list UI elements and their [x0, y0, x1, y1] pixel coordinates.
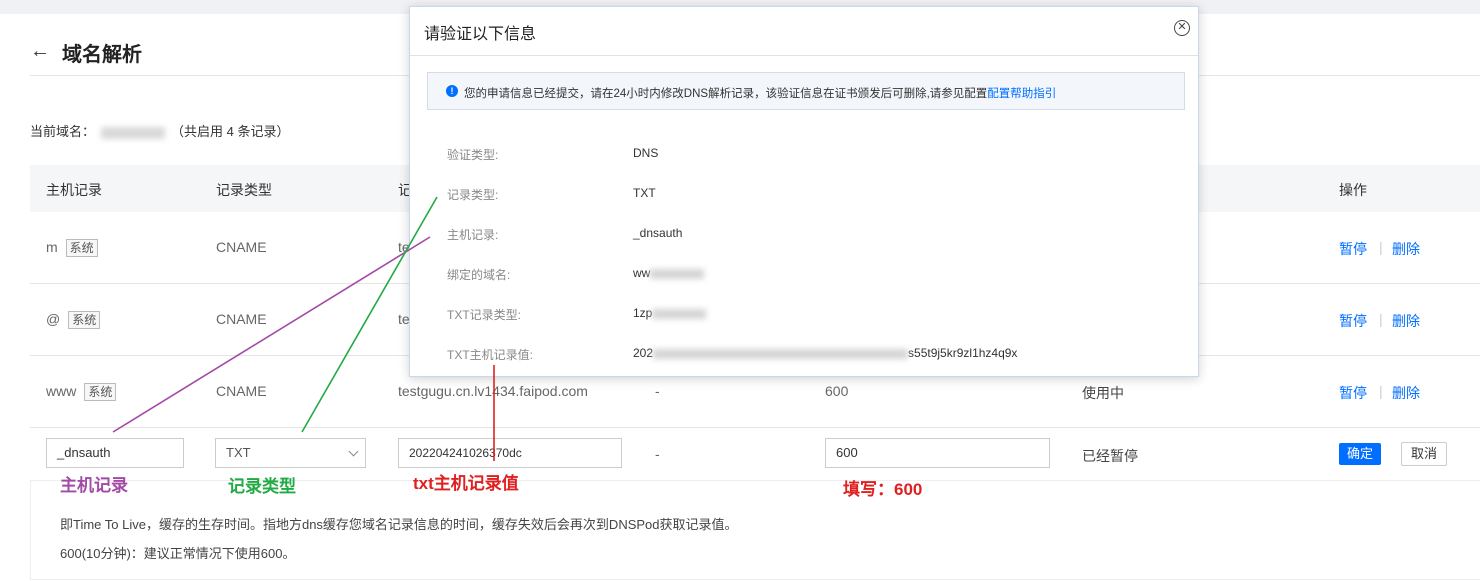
system-tag: 系统 — [68, 311, 101, 329]
record-value: te — [398, 311, 410, 327]
column-header-host: 主机记录 — [46, 182, 102, 198]
action-separator: | — [1379, 311, 1383, 327]
annotation-txt: txt主机记录值 — [413, 474, 519, 493]
record-line: - — [655, 446, 660, 462]
field-label: TXT记录类型: — [447, 308, 521, 322]
record-value: testgugu.cn.lv1434.faipod.com — [398, 383, 588, 399]
record-status: 使用中 — [1082, 385, 1124, 401]
pause-button[interactable]: 暂停 — [1339, 239, 1367, 259]
annotation-ttl: 填写：600 — [843, 480, 923, 499]
record-count: （共启用 4 条记录） — [171, 124, 290, 139]
table-row-host: www 系统 — [46, 383, 117, 401]
record-line: - — [655, 383, 660, 399]
host-value: www — [46, 383, 77, 399]
field-label: 记录类型: — [447, 188, 499, 202]
table-row-host: m 系统 — [46, 239, 98, 257]
delete-button[interactable]: 删除 — [1392, 311, 1420, 331]
record-ttl: 600 — [825, 383, 849, 399]
close-icon[interactable]: ✕ — [1174, 20, 1190, 36]
table-row-host: @ 系统 — [46, 311, 101, 329]
record-type: CNAME — [216, 311, 267, 327]
delete-button[interactable]: 删除 — [1392, 383, 1420, 403]
notice-banner: ! 您的申请信息已经提交，请在24小时内修改DNS解析记录，该验证信息在证书颁发… — [427, 72, 1185, 110]
record-type-select[interactable]: TXT — [215, 438, 366, 468]
blurred-text — [650, 268, 705, 279]
field-value: _dnsauth — [633, 226, 683, 240]
column-header-actions: 操作 — [1339, 182, 1367, 198]
info-icon: ! — [446, 85, 458, 97]
verification-modal: 请验证以下信息 ✕ ! 您的申请信息已经提交，请在24小时内修改DNS解析记录，… — [409, 6, 1199, 377]
back-arrow-icon[interactable]: ← — [30, 40, 50, 63]
modal-title: 请验证以下信息 — [424, 26, 537, 43]
record-type-selected: TXT — [226, 445, 251, 460]
ttl-info-line-1: 即Time To Live，缓存的生存时间。指地方dns缓存您域名记录信息的时间… — [60, 517, 738, 532]
notice-text: 您的申请信息已经提交，请在24小时内修改DNS解析记录，该验证信息在证书颁发后可… — [464, 85, 1056, 101]
field-label: TXT主机记录值: — [447, 348, 533, 362]
column-header-type: 记录类型 — [216, 182, 272, 198]
record-type: CNAME — [216, 239, 267, 255]
delete-button[interactable]: 删除 — [1392, 239, 1420, 259]
current-domain: 当前域名： （共启用 4 条记录） — [30, 121, 289, 140]
bound-domain-value: ww — [633, 266, 705, 280]
annotation-type: 记录类型 — [228, 477, 296, 496]
chevron-down-icon — [348, 446, 359, 457]
page-title: 域名解析 — [62, 44, 142, 66]
field-label: 验证类型: — [447, 148, 499, 162]
pause-button[interactable]: 暂停 — [1339, 311, 1367, 331]
cancel-button[interactable]: 取消 — [1401, 442, 1447, 466]
current-domain-label: 当前域名： — [30, 124, 96, 139]
blurred-domain — [101, 126, 166, 139]
notice-message: 您的申请信息已经提交，请在24小时内修改DNS解析记录，该验证信息在证书颁发后可… — [464, 88, 988, 100]
field-label: 主机记录: — [447, 228, 499, 242]
row-divider — [30, 427, 1480, 428]
confirm-button[interactable]: 确定 — [1339, 443, 1381, 465]
field-value-prefix: 202 — [633, 346, 654, 360]
record-status: 已经暂停 — [1082, 448, 1138, 464]
action-separator: | — [1379, 383, 1383, 399]
field-value: TXT — [633, 186, 656, 200]
modal-divider — [410, 55, 1198, 56]
host-record-input[interactable]: _dnsauth — [46, 438, 184, 468]
field-label: 绑定的域名: — [447, 268, 511, 282]
txt-record-value: 202 s55t9j5kr9zl1hz4q9x — [633, 346, 1017, 360]
field-value: DNS — [633, 146, 659, 160]
config-help-link[interactable]: 配置帮助指引 — [987, 88, 1056, 100]
pause-button[interactable]: 暂停 — [1339, 383, 1367, 403]
annotation-host: 主机记录 — [60, 476, 128, 495]
txt-record-type-value: 1zp — [633, 306, 707, 320]
record-value-input[interactable]: 202204241026370dc — [398, 438, 622, 468]
action-separator: | — [1379, 239, 1383, 255]
host-value: @ — [46, 311, 61, 327]
system-tag: 系统 — [65, 239, 98, 257]
annotation-line-host — [112, 236, 431, 433]
ttl-input[interactable]: 600 — [825, 438, 1050, 468]
field-value: 1zp — [633, 306, 653, 320]
system-tag: 系统 — [84, 383, 117, 401]
field-value: s55t9j5kr9zl1hz4q9x — [908, 346, 1018, 360]
blurred-text — [653, 348, 909, 359]
field-value: ww — [633, 266, 651, 280]
ttl-info-line-2: 600(10分钟)：建议正常情况下使用600。 — [60, 546, 296, 561]
blurred-text — [652, 308, 707, 319]
record-type: CNAME — [216, 383, 267, 399]
host-value: m — [46, 239, 58, 255]
record-value: te — [398, 239, 410, 255]
